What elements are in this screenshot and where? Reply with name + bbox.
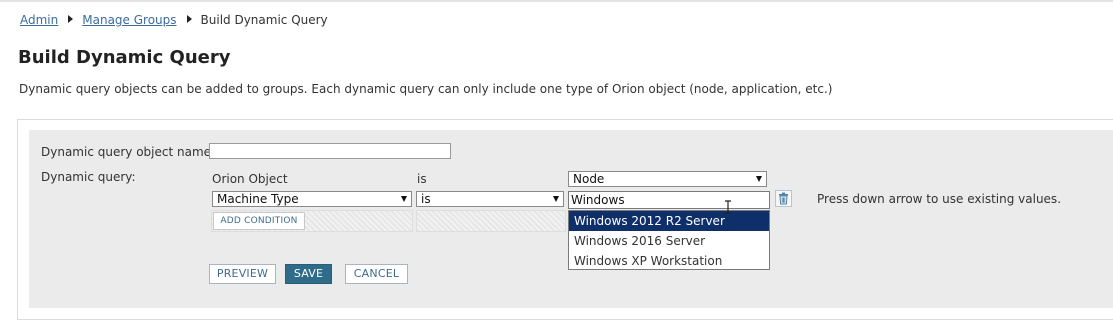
condition-field-value: Machine Type bbox=[217, 192, 299, 206]
query-object-name-input[interactable] bbox=[209, 143, 451, 159]
page-title: Build Dynamic Query bbox=[18, 47, 231, 68]
is-label: is bbox=[417, 172, 427, 186]
orion-object-label: Orion Object bbox=[212, 172, 288, 186]
cancel-button[interactable]: CANCEL bbox=[345, 264, 408, 284]
page-description: Dynamic query objects can be added to gr… bbox=[19, 82, 833, 96]
condition-value-input[interactable]: Windows bbox=[568, 191, 770, 209]
breadcrumb-manage-groups-link[interactable]: Manage Groups bbox=[82, 13, 176, 27]
condition-operator-value: is bbox=[421, 192, 431, 206]
dynamic-query-label: Dynamic query: bbox=[41, 170, 136, 184]
save-button[interactable]: SAVE bbox=[285, 264, 332, 284]
delete-condition-button[interactable] bbox=[775, 190, 792, 207]
condition-value-text: Windows bbox=[571, 193, 625, 207]
object-type-value: Node bbox=[573, 172, 605, 186]
suggestion-item[interactable]: Windows 2016 Server bbox=[569, 231, 769, 251]
suggestion-item[interactable]: Windows 2012 R2 Server bbox=[569, 211, 769, 231]
breadcrumb: Admin Manage Groups Build Dynamic Query bbox=[20, 13, 328, 27]
text-cursor-icon bbox=[725, 200, 731, 214]
breadcrumb-separator-icon bbox=[186, 15, 192, 23]
value-suggestions-dropdown[interactable]: Windows 2012 R2 Server Windows 2016 Serv… bbox=[568, 210, 770, 270]
object-type-select[interactable]: Node bbox=[568, 171, 767, 187]
value-input-hint: Press down arrow to use existing values. bbox=[817, 192, 1062, 206]
top-divider bbox=[0, 0, 1113, 2]
suggestion-item[interactable]: Windows XP Workstation bbox=[569, 251, 769, 271]
breadcrumb-separator-icon bbox=[68, 15, 74, 23]
breadcrumb-admin-link[interactable]: Admin bbox=[20, 13, 58, 27]
condition-row-background bbox=[416, 210, 566, 232]
chevron-down-icon bbox=[401, 196, 407, 202]
condition-operator-select[interactable]: is bbox=[416, 191, 564, 207]
add-condition-button[interactable]: ADD CONDITION bbox=[213, 212, 305, 230]
chevron-down-icon bbox=[756, 176, 762, 182]
breadcrumb-current: Build Dynamic Query bbox=[200, 13, 328, 27]
condition-field-select[interactable]: Machine Type bbox=[212, 191, 412, 207]
trash-icon bbox=[779, 192, 788, 205]
preview-button[interactable]: PREVIEW bbox=[209, 264, 276, 284]
query-object-name-label: Dynamic query object name: bbox=[41, 145, 216, 159]
chevron-down-icon bbox=[553, 196, 559, 202]
